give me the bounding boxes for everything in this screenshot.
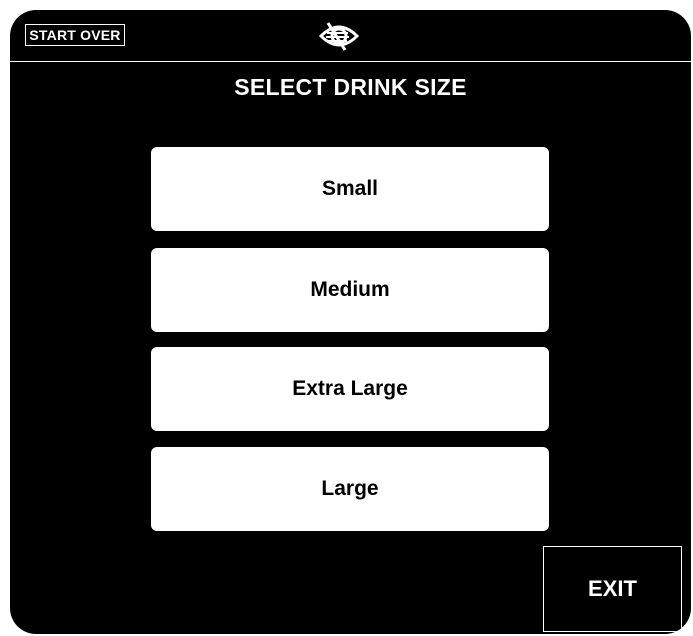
- size-option-medium[interactable]: Medium: [151, 248, 549, 332]
- top-bar: START OVER: [10, 10, 691, 61]
- start-over-button[interactable]: START OVER: [25, 24, 125, 46]
- exit-button[interactable]: EXIT: [543, 546, 682, 632]
- size-option-small[interactable]: Small: [151, 147, 549, 231]
- page-title: SELECT DRINK SIZE: [234, 74, 467, 100]
- kiosk-screen: START OVER SELECT DRINK SIZE Small Mediu…: [10, 10, 691, 634]
- header-divider: [10, 61, 691, 62]
- eye-slash-icon: [318, 20, 360, 52]
- size-option-large[interactable]: Large: [151, 447, 549, 531]
- size-option-extra-large[interactable]: Extra Large: [151, 347, 549, 431]
